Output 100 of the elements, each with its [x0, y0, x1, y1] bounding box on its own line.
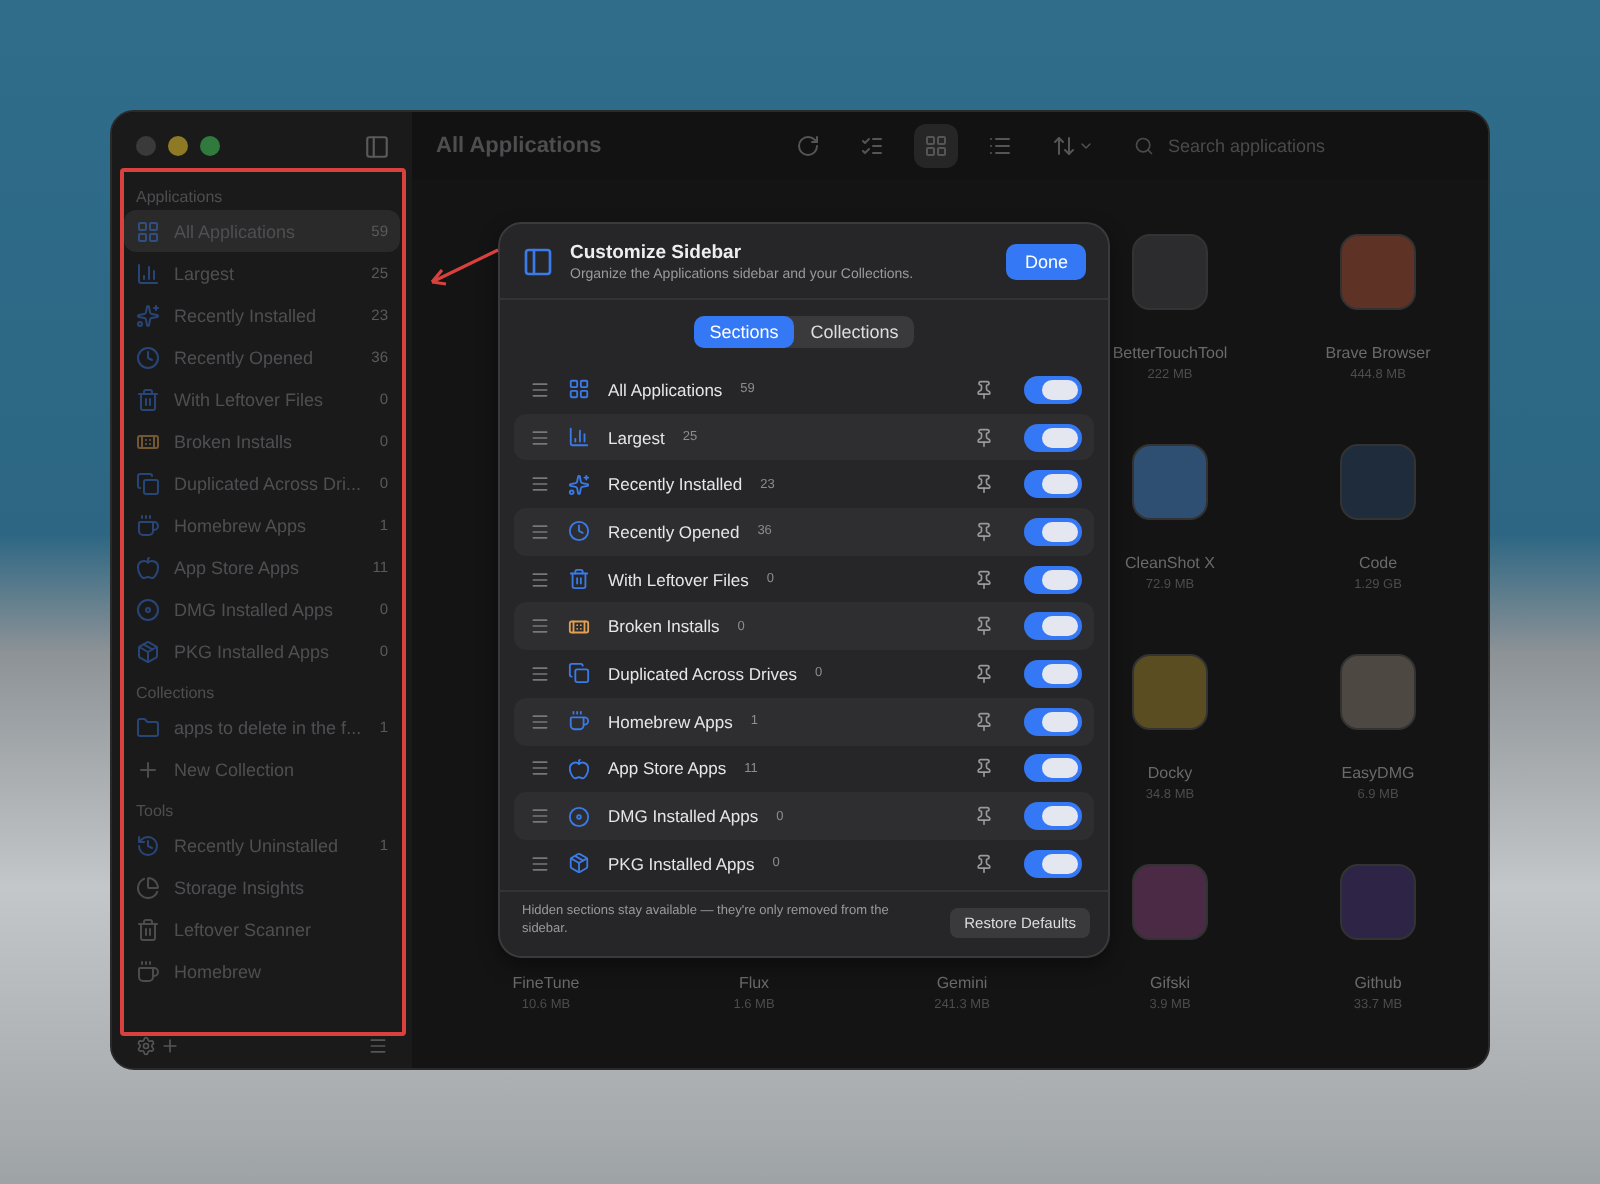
trash-icon — [568, 568, 590, 591]
toggle-switch[interactable] — [1024, 849, 1082, 878]
app-icon[interactable] — [1340, 654, 1416, 730]
segment-tab[interactable]: Sections — [693, 316, 795, 348]
drag-handle-icon[interactable] — [530, 379, 550, 400]
grid-icon[interactable] — [924, 134, 948, 158]
section-label: Largest — [608, 427, 665, 448]
app-name: EasyDMG — [1341, 764, 1415, 782]
drag-handle-icon[interactable] — [530, 711, 550, 732]
bar-chart-icon — [568, 426, 590, 449]
section-label: Recently Opened — [608, 521, 740, 542]
section-label: Recently Installed — [608, 474, 743, 495]
sidebar-icon — [522, 246, 554, 278]
app-icon[interactable] — [1132, 444, 1208, 520]
sparkle-icon — [136, 303, 160, 327]
pin-icon[interactable] — [974, 853, 994, 874]
toggle-switch[interactable] — [1024, 375, 1082, 404]
trash-icon — [136, 917, 160, 941]
mug-icon — [568, 710, 590, 733]
pin-icon[interactable] — [974, 711, 994, 732]
search-field[interactable]: Search applications — [1134, 134, 1468, 158]
toggle-switch[interactable] — [1024, 517, 1082, 546]
minimize-button[interactable] — [168, 136, 188, 156]
section-label: Duplicated Across Drives — [608, 663, 797, 684]
window-title: All Applications — [436, 134, 604, 158]
menu-icon[interactable] — [368, 1036, 388, 1056]
folder-icon — [136, 715, 160, 739]
pin-icon[interactable] — [974, 758, 994, 779]
toggle-switch[interactable] — [1024, 565, 1082, 594]
toggle-switch[interactable] — [1024, 754, 1082, 783]
refresh-icon[interactable] — [796, 134, 820, 158]
app-name: Code — [1358, 554, 1398, 572]
section-label: PKG Installed Apps — [608, 853, 755, 874]
pin-icon[interactable] — [974, 616, 994, 637]
trash-icon — [136, 387, 160, 411]
drag-handle-icon[interactable] — [530, 521, 550, 542]
section-label: Broken Installs — [608, 616, 720, 637]
disc-icon — [136, 597, 160, 621]
bandage-icon — [568, 615, 590, 638]
clock-icon — [568, 520, 590, 543]
app-icon[interactable] — [1132, 654, 1208, 730]
drag-handle-icon[interactable] — [530, 853, 550, 874]
section-label: App Store Apps — [608, 758, 727, 779]
pin-icon[interactable] — [974, 427, 994, 448]
dialog-title: Customize Sidebar — [570, 242, 744, 264]
drag-handle-icon[interactable] — [530, 569, 550, 590]
toggle-switch[interactable] — [1024, 802, 1082, 831]
documents-icon — [568, 662, 590, 685]
bar-chart-icon — [136, 261, 160, 285]
pin-icon[interactable] — [974, 569, 994, 590]
sparkle-icon — [568, 473, 590, 496]
mug-icon — [136, 513, 160, 537]
pie-chart-icon — [136, 875, 160, 899]
pin-icon[interactable] — [974, 806, 994, 827]
drag-handle-icon[interactable] — [530, 427, 550, 448]
section-label: All Applications — [608, 379, 723, 400]
pin-icon[interactable] — [974, 521, 994, 542]
toggle-switch[interactable] — [1024, 659, 1082, 688]
drag-handle-icon[interactable] — [530, 806, 550, 827]
search-icon — [1134, 136, 1154, 156]
settings-icon[interactable] — [136, 1036, 156, 1056]
checklist-icon[interactable] — [860, 134, 884, 158]
done-button[interactable]: Done — [1006, 244, 1086, 280]
grid-icon — [136, 219, 160, 243]
apple-icon — [136, 555, 160, 579]
toggle-switch[interactable] — [1024, 423, 1082, 452]
pin-icon[interactable] — [974, 663, 994, 684]
app-name: CleanShot X — [1125, 554, 1215, 572]
sidebar-toggle-icon[interactable] — [364, 133, 390, 159]
zoom-button[interactable] — [200, 136, 220, 156]
bandage-icon — [136, 429, 160, 453]
app-name: Gemini — [936, 974, 988, 992]
toggle-switch[interactable] — [1024, 470, 1082, 499]
app-name: Brave Browser — [1325, 344, 1431, 362]
section-label: DMG Installed Apps — [608, 806, 759, 827]
apple-icon — [568, 757, 590, 780]
drag-handle-icon[interactable] — [530, 474, 550, 495]
plus-icon — [136, 757, 160, 781]
mug-icon — [136, 959, 160, 983]
app-name: Docky — [1147, 764, 1193, 782]
app-name: Github — [1354, 974, 1402, 992]
drag-handle-icon[interactable] — [530, 663, 550, 684]
history-icon — [136, 833, 160, 857]
pin-icon[interactable] — [974, 474, 994, 495]
plus-icon[interactable] — [160, 1036, 180, 1056]
view-mode-button[interactable] — [914, 124, 958, 168]
app-name: Flux — [738, 974, 770, 992]
sort-arrows-icon[interactable] — [1051, 134, 1075, 158]
app-name: BetterTouchTool — [1112, 344, 1228, 362]
section-label: Homebrew Apps — [608, 711, 733, 732]
drag-handle-icon[interactable] — [530, 616, 550, 637]
documents-icon — [136, 471, 160, 495]
toggle-switch[interactable] — [1024, 707, 1082, 736]
app-name: FineTune — [512, 974, 580, 992]
pin-icon[interactable] — [974, 379, 994, 400]
chevron-down-icon[interactable] — [1077, 138, 1093, 154]
drag-handle-icon[interactable] — [530, 758, 550, 779]
toggle-switch[interactable] — [1024, 612, 1082, 641]
segment-tab[interactable]: Collections — [794, 316, 915, 348]
grid-icon — [568, 378, 590, 401]
